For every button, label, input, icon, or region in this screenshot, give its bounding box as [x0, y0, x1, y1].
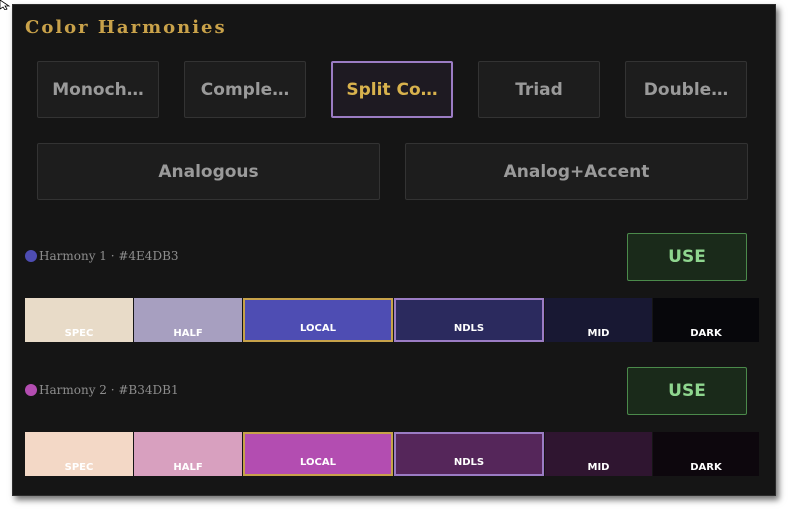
harmony-2-swatch-mid[interactable]: MID [545, 432, 652, 476]
color-harmonies-panel: Color Harmonies Monoch… Comple… Split Co… [12, 4, 776, 496]
harmony-button-complementary[interactable]: Comple… [184, 61, 306, 118]
harmony-1-swatch-ndls[interactable]: NDLS [394, 298, 544, 342]
harmony-2-swatch-ndls[interactable]: NDLS [394, 432, 544, 476]
harmony-1-swatch-local[interactable]: LOCAL [243, 298, 393, 342]
harmony-2-swatch-local[interactable]: LOCAL [243, 432, 393, 476]
harmony-1-swatch-mid[interactable]: MID [545, 298, 652, 342]
harmony-1-swatch-dark[interactable]: DARK [653, 298, 759, 342]
harmony-1-label-text: Harmony 1 · #4E4DB3 [39, 249, 179, 263]
harmony-1-swatch-spec[interactable]: SPEC [25, 298, 133, 342]
harmony-button-double[interactable]: Double… [625, 61, 747, 118]
harmony-1-label: Harmony 1 · #4E4DB3 [25, 249, 179, 263]
harmony-button-split-complementary[interactable]: Split Co… [331, 61, 453, 118]
harmony-1-use-button[interactable]: USE [627, 233, 747, 281]
harmony-2-use-button[interactable]: USE [627, 367, 747, 415]
harmony-2-label-text: Harmony 2 · #B34DB1 [39, 383, 179, 397]
harmony-2-swatch-dark[interactable]: DARK [653, 432, 759, 476]
harmony-1-swatch-strip: SPEC HALF LOCAL NDLS MID DARK [25, 298, 759, 342]
harmony-button-triad[interactable]: Triad [478, 61, 600, 118]
harmony-2-label: Harmony 2 · #B34DB1 [25, 383, 179, 397]
harmony-1-color-dot [25, 250, 37, 262]
panel-title: Color Harmonies [25, 17, 227, 38]
harmony-1-swatch-half[interactable]: HALF [134, 298, 242, 342]
harmony-button-analog-accent[interactable]: Analog+Accent [405, 143, 748, 200]
harmony-button-analogous[interactable]: Analogous [37, 143, 380, 200]
harmony-2-swatch-spec[interactable]: SPEC [25, 432, 133, 476]
harmony-2-swatch-strip: SPEC HALF LOCAL NDLS MID DARK [25, 432, 759, 476]
harmony-2-swatch-half[interactable]: HALF [134, 432, 242, 476]
harmony-2-color-dot [25, 384, 37, 396]
harmony-button-monochromatic[interactable]: Monoch… [37, 61, 159, 118]
